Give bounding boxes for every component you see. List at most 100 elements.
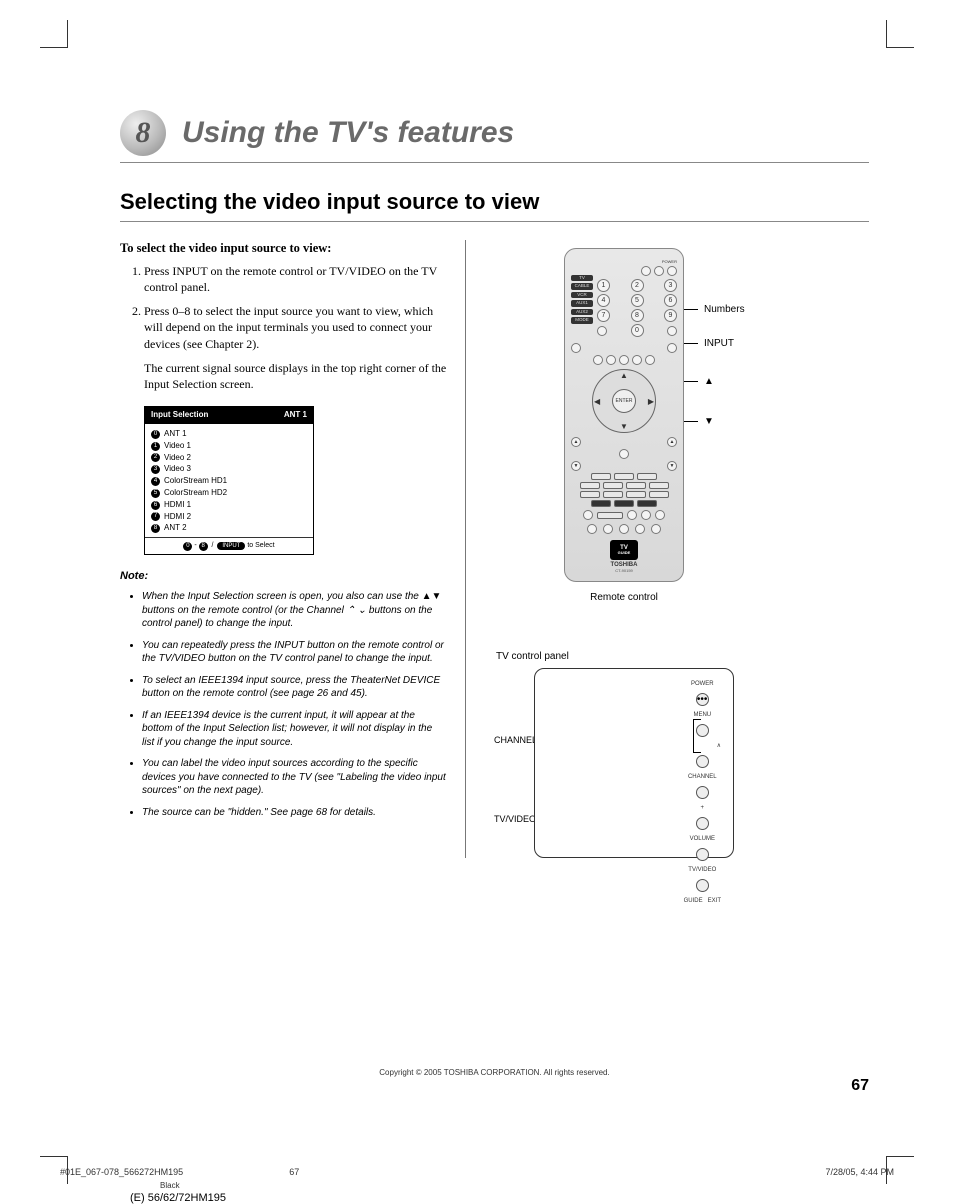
osd-item-4: ColorStream HD1 xyxy=(164,476,227,487)
print-model: (E) 56/62/72HM195 xyxy=(130,1192,954,1204)
osd-foot-n0: 0 xyxy=(183,542,192,551)
skip2-button xyxy=(649,491,669,498)
model-label: CT-90159 xyxy=(571,568,677,573)
mode-aux1: AUX1 xyxy=(571,300,593,307)
cp-label-guide: GUIDE xyxy=(684,898,703,904)
page-number: 67 xyxy=(851,1077,869,1095)
pip-button xyxy=(619,449,629,459)
num-8: 8 xyxy=(631,309,644,322)
print-file: #01E_067-078_566272HM195 xyxy=(60,1167,183,1177)
callout-numbers: Numbers xyxy=(674,304,745,315)
remote-body: TV CABLE VCR AUX1 AUX2 MODE POWER xyxy=(564,248,684,582)
menu-button xyxy=(606,355,616,365)
cp-label-volume: VOLUME xyxy=(690,836,715,842)
step-1: Press INPUT on the remote control or TV/… xyxy=(144,263,447,295)
num-7: 7 xyxy=(597,309,610,322)
chapter-title: Using the TV's features xyxy=(182,116,514,150)
mode-mode: MODE xyxy=(571,317,593,324)
osd-foot-input: INPUT xyxy=(217,542,245,550)
mode-vcr: VCR xyxy=(571,292,593,299)
remote-caption: Remote control xyxy=(494,592,754,603)
guide-button xyxy=(619,355,629,365)
note-2: You can repeatedly press the INPUT butto… xyxy=(142,639,447,666)
print-date: 7/28/05, 4:44 PM xyxy=(825,1167,894,1177)
cp-channel-up xyxy=(696,755,709,768)
note-4: If an IEEE1394 device is the current inp… xyxy=(142,709,447,750)
recall-button xyxy=(571,343,581,353)
instructions-heading: To select the video input source to view… xyxy=(120,240,447,257)
epg-button xyxy=(597,512,623,519)
vol-down: ▼ xyxy=(667,461,677,471)
cp-label-channel: CHANNEL xyxy=(688,774,717,780)
step-2-text: Press 0–8 to select the input source you… xyxy=(144,304,433,350)
picmode-button xyxy=(614,473,634,480)
split-button xyxy=(635,524,645,534)
arrow-up-icon: ▲ xyxy=(620,371,628,380)
print-file-page: 67 xyxy=(289,1167,299,1177)
power-button xyxy=(667,266,677,276)
num-4: 4 xyxy=(597,294,610,307)
osd-item-6: HDMI 1 xyxy=(164,500,191,511)
cp-channel-down xyxy=(696,786,709,799)
rew-button xyxy=(580,482,600,489)
num-9: 9 xyxy=(664,309,677,322)
dnr-button xyxy=(583,510,593,520)
osd-item-5: ColorStream HD2 xyxy=(164,488,227,499)
num-3: 3 xyxy=(664,279,677,292)
favscan-button xyxy=(619,524,629,534)
cp-menu xyxy=(696,724,709,737)
light-button xyxy=(654,266,664,276)
osd-num-2: 2 xyxy=(151,453,160,462)
osd-foot-n8: 8 xyxy=(199,542,208,551)
freeze-button xyxy=(651,524,661,534)
open-button xyxy=(637,500,657,507)
num-5: 5 xyxy=(631,294,644,307)
cp-volume-up xyxy=(696,817,709,830)
section-title: Selecting the video input source to view xyxy=(120,189,869,222)
arrow-down-icon: ▼ xyxy=(620,422,628,431)
vol-up: ▲ xyxy=(667,437,677,447)
sleep-button xyxy=(641,266,651,276)
copyright: Copyright © 2005 TOSHIBA CORPORATION. Al… xyxy=(120,1068,869,1077)
pipmode-button xyxy=(587,524,597,534)
osd-num-3: 3 xyxy=(151,465,160,474)
remote-diagram: Numbers INPUT ▲ ▼ TV CABLE VCR xyxy=(494,248,754,603)
osd-foot-text: to Select xyxy=(247,542,274,549)
device-button xyxy=(645,355,655,365)
play2-button xyxy=(626,491,646,498)
slow-button xyxy=(580,491,600,498)
dpad: ▲ ▼ ◀ ▶ ENTER xyxy=(592,369,656,433)
note-3: To select an IEEE1394 input source, pres… xyxy=(142,674,447,701)
num-1: 1 xyxy=(597,279,610,292)
power-label: POWER xyxy=(597,259,677,264)
num-0: 0 xyxy=(631,324,644,337)
cp-volume-down xyxy=(696,848,709,861)
note-6: The source can be "hidden." See page 68 … xyxy=(142,806,447,820)
ch-up: ▲ xyxy=(571,437,581,447)
skip-button xyxy=(649,482,669,489)
osd-item-0: ANT 1 xyxy=(164,429,187,440)
left-column: To select the video input source to view… xyxy=(120,240,466,858)
osd-item-8: ANT 2 xyxy=(164,523,187,534)
mode-cable: CABLE xyxy=(571,283,593,290)
osd-item-1: Video 1 xyxy=(164,441,191,452)
input-selection-osd: Input Selection ANT 1 0ANT 1 1Video 1 2V… xyxy=(144,406,314,555)
num-6: 6 xyxy=(664,294,677,307)
num-2: 2 xyxy=(631,279,644,292)
dot3 xyxy=(655,510,665,520)
cp-label-exit: EXIT xyxy=(708,898,721,904)
picsize-button xyxy=(591,473,611,480)
osd-item-3: Video 3 xyxy=(164,464,191,475)
osd-title: Input Selection xyxy=(151,410,208,421)
cp-power: ••• xyxy=(696,693,709,706)
mode-aux2: AUX2 xyxy=(571,309,593,316)
input-button xyxy=(667,343,677,353)
tvguide-logo: TV GUIDE xyxy=(610,540,638,560)
dot1 xyxy=(627,510,637,520)
cp-tvvideo xyxy=(696,879,709,892)
osd-num-0: 0 xyxy=(151,430,160,439)
right-column: Numbers INPUT ▲ ▼ TV CABLE VCR xyxy=(466,240,869,858)
osd-foot-slash: / xyxy=(212,542,214,549)
chrtn-button xyxy=(667,326,677,336)
osd-item-7: HDMI 2 xyxy=(164,512,191,523)
